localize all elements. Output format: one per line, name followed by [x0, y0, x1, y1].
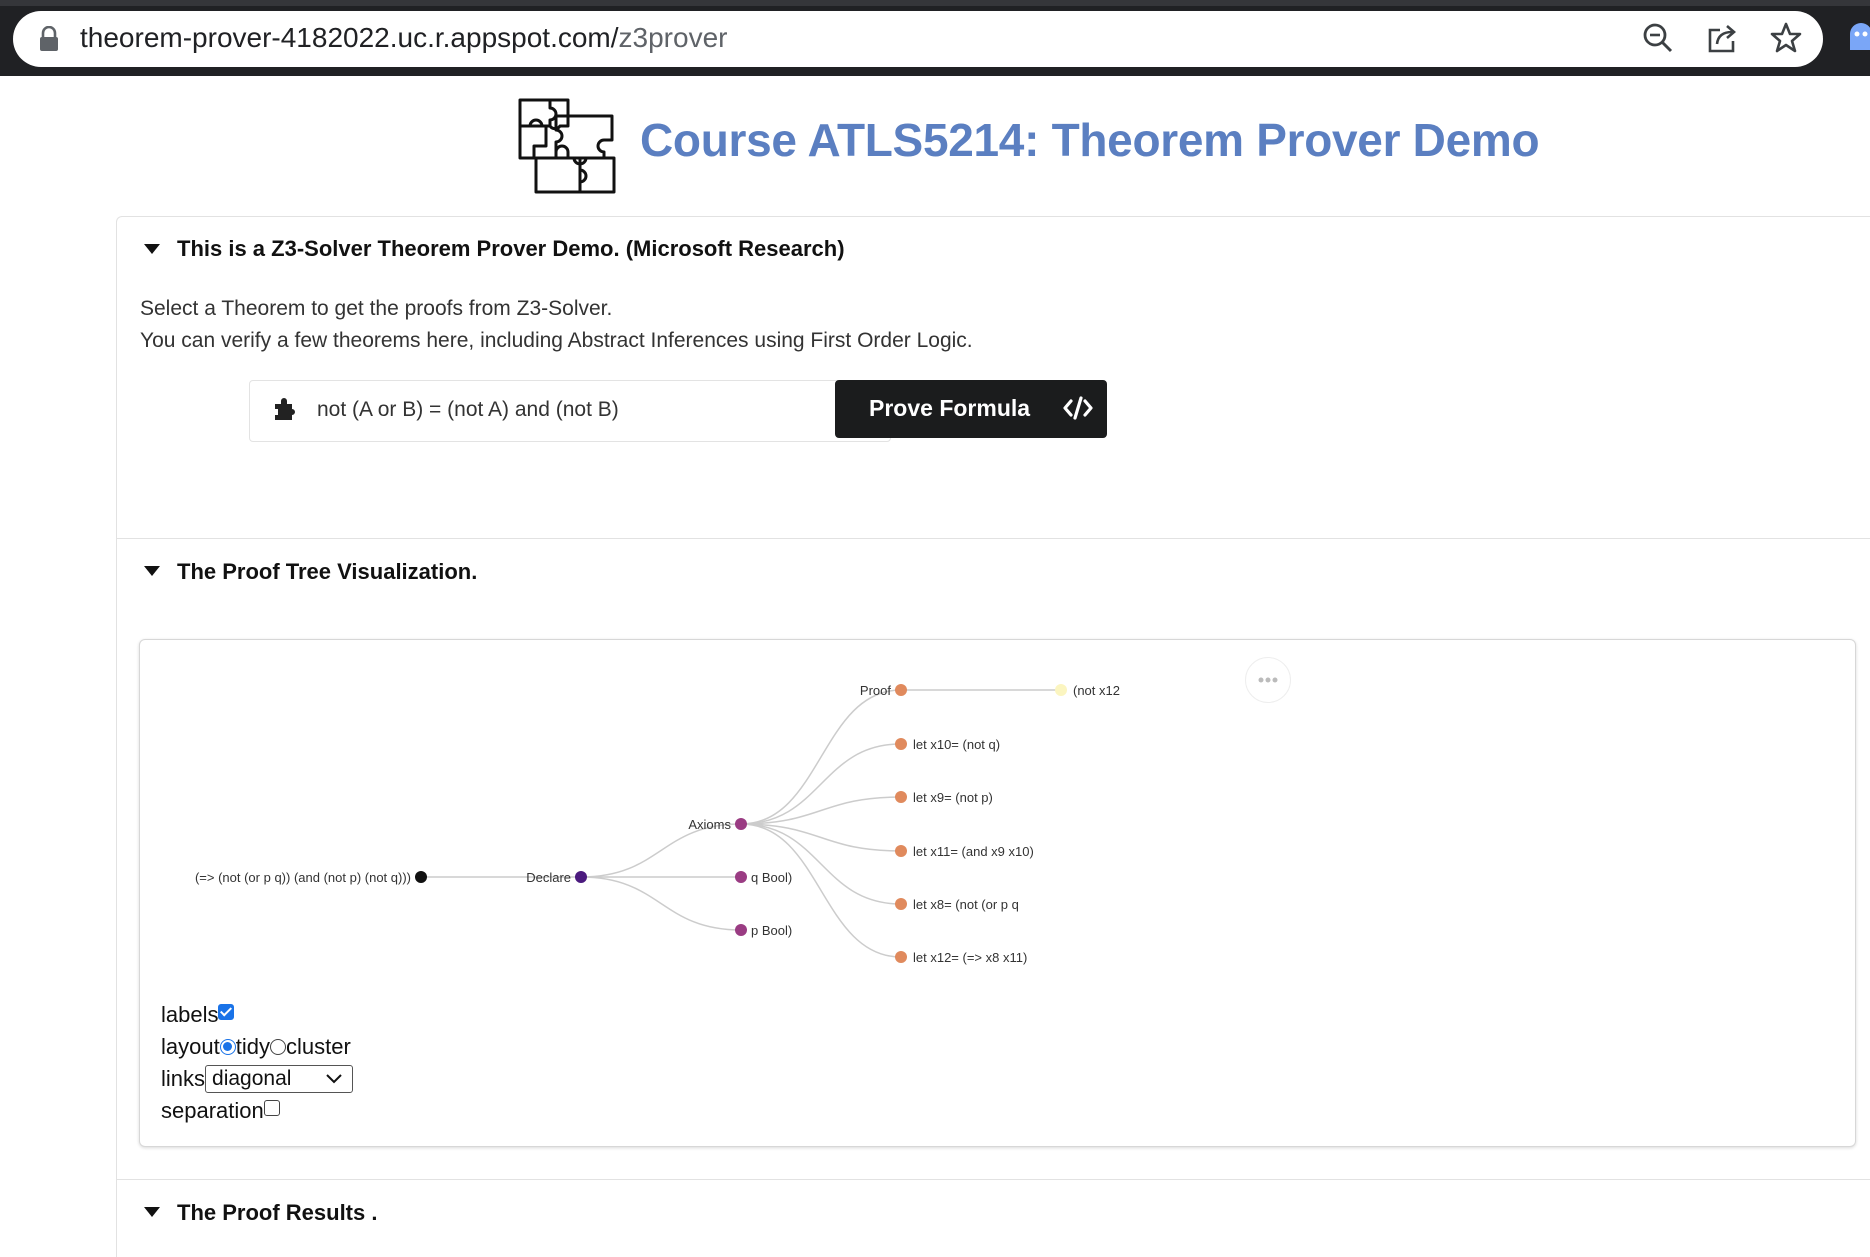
- formula-value[interactable]: not (A or B) = (not A) and (not B): [317, 398, 619, 422]
- tree-node-let-x9[interactable]: [895, 791, 907, 803]
- tree-label-proof-child: (not x12: [1073, 683, 1120, 698]
- layout-tidy-radio[interactable]: [219, 1039, 236, 1055]
- tree-node-declare[interactable]: [575, 871, 587, 883]
- labels-control: labels: [161, 1002, 235, 1028]
- link-axioms-x8: [740, 823, 902, 905]
- links-select[interactable]: diagonal: [205, 1065, 354, 1093]
- proof-tree: (=> (not (or p q)) (and (not p) (not q))…: [195, 683, 1120, 965]
- collapse-triangle-icon[interactable]: [144, 566, 160, 576]
- layout-tidy-label: tidy: [235, 1034, 270, 1059]
- url-path: z3prover: [618, 22, 728, 53]
- tree-label-q: q Bool): [751, 870, 792, 885]
- url-text[interactable]: theorem-prover-4182022.uc.r.appspot.com/…: [80, 22, 727, 54]
- tree-node-root[interactable]: [415, 871, 427, 883]
- labels-label: labels: [161, 1002, 219, 1027]
- more-options-button[interactable]: [1245, 657, 1291, 703]
- tree-label-let-x9: let x9= (not p): [913, 790, 993, 805]
- section-divider: [117, 538, 1870, 539]
- separation-label: separation: [161, 1098, 264, 1123]
- page-title: Course ATLS5214: Theorem Prover Demo: [640, 114, 1540, 166]
- zoom-icon[interactable]: [1640, 20, 1676, 56]
- tree-label-p: p Bool): [751, 923, 792, 938]
- tree-label-declare: Declare: [526, 870, 571, 885]
- puzzle-piece-icon: [275, 398, 295, 420]
- section-divider: [117, 1179, 1870, 1180]
- layout-label: layout: [161, 1034, 220, 1059]
- more-dots-icon: [1258, 677, 1278, 683]
- prove-formula-label[interactable]: Prove Formula: [869, 395, 1030, 422]
- link-declare-p: [580, 876, 742, 931]
- tree-label-let-x8: let x8= (not (or p q: [913, 897, 1019, 912]
- layout-cluster-label: cluster: [285, 1034, 351, 1059]
- url-host: theorem-prover-4182022.uc.r.appspot.com/: [80, 22, 619, 53]
- layout-cluster-radio[interactable]: [269, 1039, 286, 1055]
- section-title-demo[interactable]: This is a Z3-Solver Theorem Prover Demo.…: [177, 236, 845, 262]
- tab-strip: [0, 0, 1870, 6]
- labels-checkbox[interactable]: [218, 1004, 235, 1020]
- tree-label-axioms: Axioms: [688, 817, 731, 832]
- collapse-triangle-icon[interactable]: [144, 244, 160, 254]
- tree-node-let-x11[interactable]: [895, 845, 907, 857]
- links-control: links diagonal: [161, 1065, 354, 1093]
- tree-label-proof: Proof: [860, 683, 891, 698]
- description-line-2: You can verify a few theorems here, incl…: [140, 329, 973, 352]
- separation-checkbox[interactable]: [263, 1100, 280, 1116]
- description-line-1: Select a Theorem to get the proofs from …: [140, 297, 613, 320]
- puzzle-logo-icon: [518, 98, 616, 194]
- tree-label-root: (=> (not (or p q)) (and (not p) (not q))…: [195, 870, 411, 885]
- code-icon[interactable]: [1063, 396, 1093, 420]
- section-title-tree[interactable]: The Proof Tree Visualization.: [177, 559, 477, 585]
- links-select-value: diagonal: [212, 1067, 292, 1090]
- tree-node-proof[interactable]: [895, 684, 907, 696]
- tree-label-let-x12: let x12= (=> x8 x11): [913, 950, 1027, 965]
- share-icon[interactable]: [1704, 20, 1740, 56]
- links-label: links: [161, 1066, 206, 1091]
- tree-label-let-x10: let x10= (not q): [913, 737, 1000, 752]
- tree-label-let-x11: let x11= (and x9 x10): [913, 844, 1034, 859]
- layout-control: layout tidy cluster: [161, 1034, 351, 1060]
- separation-control: separation: [161, 1098, 280, 1124]
- extension-icon[interactable]: [1848, 20, 1870, 56]
- section-title-results[interactable]: The Proof Results .: [177, 1200, 377, 1226]
- tree-node-let-x8[interactable]: [895, 898, 907, 910]
- link-axioms-proof: [740, 689, 902, 825]
- collapse-triangle-icon[interactable]: [144, 1207, 160, 1217]
- chevron-down-icon: [326, 1074, 342, 1084]
- tree-node-proof-child[interactable]: [1055, 684, 1067, 696]
- tree-node-p[interactable]: [735, 924, 747, 936]
- lock-icon[interactable]: [38, 26, 60, 52]
- tree-node-let-x12[interactable]: [895, 951, 907, 963]
- tree-node-let-x10[interactable]: [895, 738, 907, 750]
- tree-node-q[interactable]: [735, 871, 747, 883]
- tree-node-axioms[interactable]: [735, 818, 747, 830]
- bookmark-star-icon[interactable]: [1768, 20, 1804, 56]
